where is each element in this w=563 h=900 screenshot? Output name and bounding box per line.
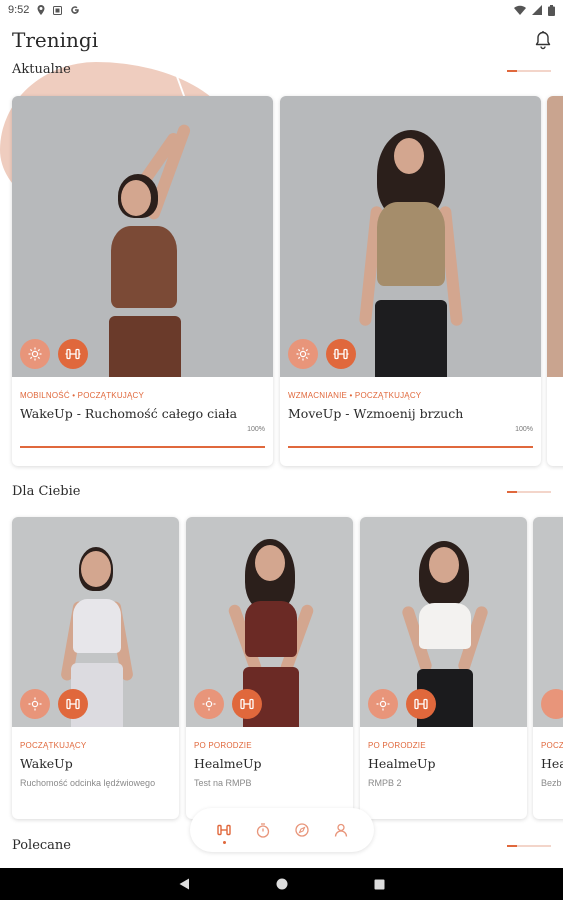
card-tags: MOBILNOŚĆ • POCZĄTKUJĄCY <box>20 391 145 400</box>
card-title: MoveUp - Wzmoenij brzuch <box>288 406 464 421</box>
dumbbell-icon[interactable] <box>58 339 88 369</box>
location-icon <box>37 5 45 15</box>
for-you-card-1[interactable]: POCZĄTKUJĄCY WakeUp Ruchomość odcinka lę… <box>12 517 179 819</box>
card-title: WakeUp - Ruchomość całego ciała <box>20 406 238 421</box>
bottom-navigation <box>190 808 374 852</box>
carousel-indicator-recommended <box>507 845 551 847</box>
dumbbell-icon[interactable] <box>232 689 262 719</box>
card-percent: 100% <box>515 426 533 433</box>
card-photo <box>533 517 563 727</box>
carousel-indicator-for-you <box>507 491 551 493</box>
sun-icon[interactable] <box>368 689 398 719</box>
sun-icon[interactable] <box>20 339 50 369</box>
card-progress-bar <box>20 446 265 448</box>
card-tags: PO PORODZIE <box>368 741 426 750</box>
sun-icon[interactable] <box>288 339 318 369</box>
card-title: HealmeUp <box>368 756 436 771</box>
section-title-current: Aktualne <box>12 62 71 77</box>
wifi-icon <box>514 5 526 15</box>
person-figure <box>331 96 491 377</box>
nav-explore[interactable] <box>289 817 315 843</box>
dumbbell-icon[interactable] <box>406 689 436 719</box>
person-figure <box>215 517 325 727</box>
card-tags: POCZ <box>541 741 563 750</box>
for-you-card-2[interactable]: PO PORODZIE HealmeUp Test na RMPB <box>186 517 353 819</box>
card-photo <box>12 517 179 727</box>
person-figure <box>389 517 499 727</box>
card-subtitle: Bezb <box>541 778 562 788</box>
nav-timer[interactable] <box>250 817 276 843</box>
card-tags: PO PORODZIE <box>194 741 252 750</box>
compass-icon <box>294 823 309 837</box>
card-photo <box>360 517 527 727</box>
current-card-1[interactable]: MOBILNOŚĆ • POCZĄTKUJĄCY WakeUp - Ruchom… <box>12 96 273 466</box>
card-photo <box>547 96 563 377</box>
status-time: 9:52 <box>8 4 30 16</box>
workouts-icon <box>216 824 231 836</box>
card-photo <box>12 96 273 377</box>
card-progress-bar <box>288 446 533 448</box>
sun-icon[interactable] <box>194 689 224 719</box>
notification-app-icon <box>53 5 63 15</box>
card-title: HealmeUp <box>194 756 262 771</box>
for-you-card-peek[interactable]: POCZ Hea Bezb <box>533 517 563 819</box>
active-dot <box>222 841 226 844</box>
for-you-card-3[interactable]: PO PORODZIE HealmeUp RMPB 2 <box>360 517 527 819</box>
card-percent: 100% <box>247 426 265 433</box>
card-title: Hea <box>541 756 563 771</box>
timer-icon <box>256 822 269 838</box>
card-photo <box>186 517 353 727</box>
page-title: Treningi <box>12 28 99 52</box>
card-photo <box>280 96 541 377</box>
google-icon <box>71 6 80 14</box>
card-subtitle: Test na RMPB <box>194 778 252 788</box>
sun-icon[interactable] <box>541 689 563 719</box>
sun-icon[interactable] <box>20 689 50 719</box>
recents-icon[interactable] <box>374 879 385 890</box>
system-navigation-bar <box>0 868 563 900</box>
current-card-peek[interactable] <box>547 96 563 466</box>
carousel-indicator-current <box>507 70 551 72</box>
section-title-recommended: Polecane <box>12 838 71 853</box>
nav-profile[interactable] <box>328 817 354 843</box>
card-subtitle: RMPB 2 <box>368 778 402 788</box>
card-title: WakeUp <box>20 756 73 771</box>
person-figure <box>41 517 151 727</box>
card-tags: WZMACNIANIE • POCZĄTKUJĄCY <box>288 391 422 400</box>
back-icon[interactable] <box>179 878 190 890</box>
signal-icon <box>532 5 542 15</box>
status-bar: 9:52 <box>0 0 563 20</box>
dumbbell-icon[interactable] <box>58 689 88 719</box>
home-icon[interactable] <box>276 878 288 890</box>
section-title-for-you: Dla Ciebie <box>12 484 81 499</box>
current-card-2[interactable]: WZMACNIANIE • POCZĄTKUJĄCY MoveUp - Wzmo… <box>280 96 541 466</box>
bell-icon[interactable] <box>534 30 552 50</box>
profile-icon <box>334 823 347 837</box>
card-tags: POCZĄTKUJĄCY <box>20 741 87 750</box>
dumbbell-icon[interactable] <box>326 339 356 369</box>
person-figure <box>63 96 223 377</box>
card-subtitle: Ruchomość odcinka lędźwiowego <box>20 778 156 788</box>
nav-workouts[interactable] <box>211 817 237 844</box>
battery-icon <box>548 4 555 16</box>
